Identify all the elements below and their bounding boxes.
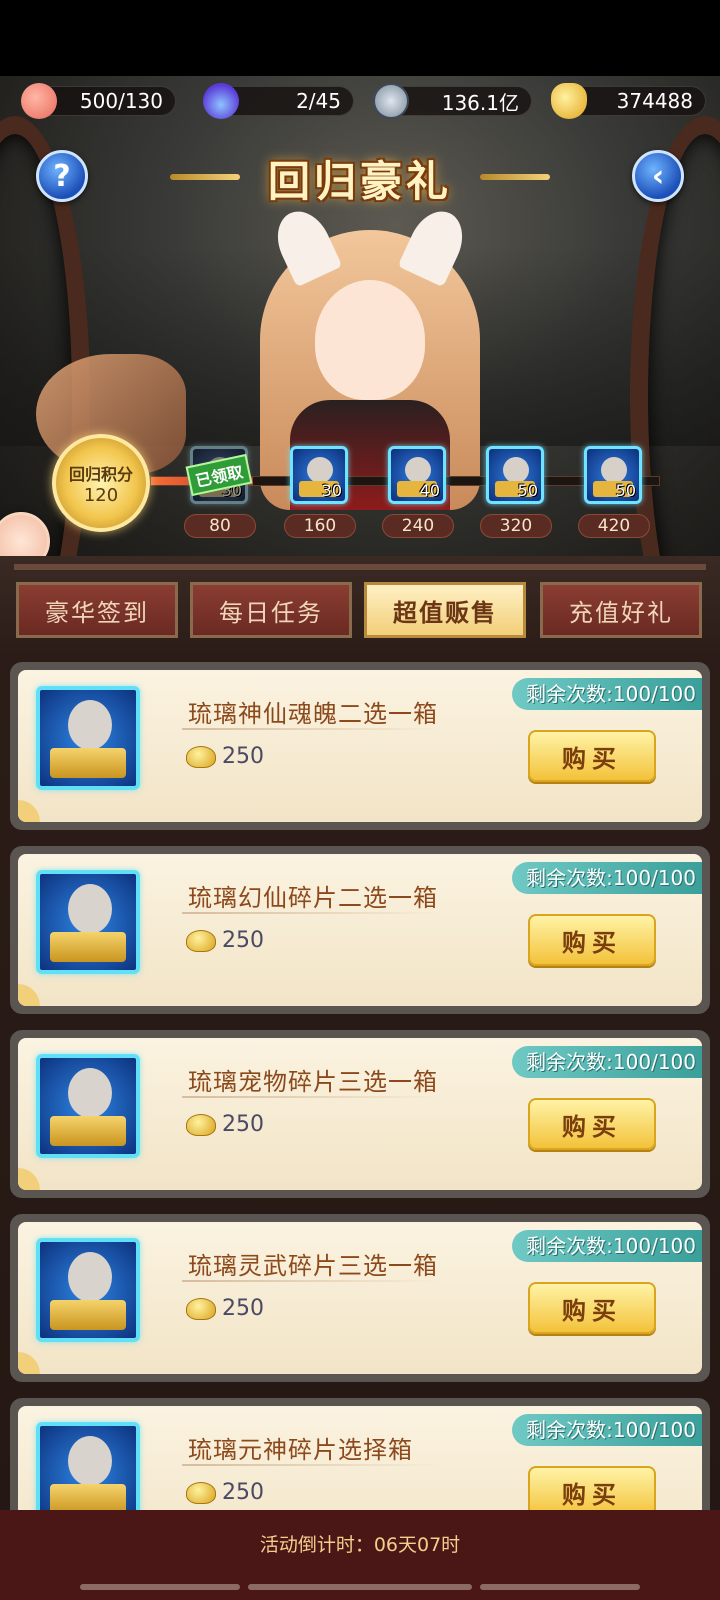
milestone-reward-2[interactable]: 30 — [290, 446, 348, 504]
buy-button[interactable]: 购买 — [528, 1282, 656, 1334]
milestone-threshold: 80 — [184, 514, 256, 538]
gold-ingot-icon — [186, 929, 216, 952]
sale-item-card: 琉璃幻仙碎片二选一箱 250 剩余次数:100/100 购买 — [10, 846, 710, 1014]
peach-icon — [21, 83, 57, 119]
resource-gold[interactable]: 374488 — [551, 83, 706, 119]
sale-item-card: 琉璃宠物碎片三选一箱 250 剩余次数:100/100 购买 — [10, 1030, 710, 1198]
tab-rail — [14, 564, 706, 570]
item-price: 250 — [222, 744, 264, 769]
fox-girl-illustration — [220, 202, 520, 510]
milestone-threshold: 160 — [284, 514, 356, 538]
item-price: 250 — [222, 1296, 264, 1321]
item-price: 250 — [222, 1480, 264, 1505]
event-countdown-text: 活动倒计时：06天07时 — [259, 1533, 461, 1556]
price-row: 250 — [186, 1112, 264, 1137]
hero-portrait-icon — [601, 457, 627, 483]
sale-item-card: 琉璃元神碎片选择箱 250 剩余次数:100/100 购买 — [10, 1398, 710, 1510]
item-name: 琉璃元神碎片选择箱 — [188, 1436, 413, 1464]
reward-count: 40 — [419, 481, 440, 500]
item-price: 250 — [222, 928, 264, 953]
help-button[interactable]: ? — [36, 150, 88, 202]
hero-portrait-icon — [503, 457, 529, 483]
remaining-count-badge: 剩余次数:100/100 — [512, 1414, 702, 1446]
tab-recharge-gifts[interactable]: 充值好礼 — [540, 582, 702, 638]
question-icon: ? — [53, 158, 71, 194]
nav-recents-handle[interactable] — [480, 1584, 640, 1590]
title-deco-left — [170, 174, 240, 180]
sale-item-card: 琉璃神仙魂魄二选一箱 250 剩余次数:100/100 购买 — [10, 662, 710, 830]
item-name: 琉璃幻仙碎片二选一箱 — [188, 884, 438, 912]
tab-luxury-signin[interactable]: 豪华签到 — [16, 582, 178, 638]
milestone-threshold: 240 — [382, 514, 454, 538]
milestone-reward-3[interactable]: 40 — [388, 446, 446, 504]
gold-ingot-icon — [551, 83, 587, 119]
resource-peach[interactable]: 500/130 — [21, 83, 176, 119]
page-title: 回归豪礼 — [267, 156, 452, 206]
gold-ingot-icon — [186, 1481, 216, 1504]
gold-ingot-icon — [186, 1297, 216, 1320]
remaining-count-badge: 剩余次数:100/100 — [512, 1230, 702, 1262]
milestone-threshold: 320 — [480, 514, 552, 538]
nav-back-handle[interactable] — [80, 1584, 240, 1590]
item-price: 250 — [222, 1112, 264, 1137]
item-icon[interactable] — [36, 686, 140, 790]
spirit-flame-icon — [203, 83, 239, 119]
system-nav-bar — [0, 1576, 720, 1600]
resource-flame[interactable]: 2/45 — [203, 83, 354, 119]
return-points-label: 回归积分 — [68, 464, 133, 484]
tab-daily-tasks[interactable]: 每日任务 — [190, 582, 352, 638]
buy-button[interactable]: 购买 — [528, 730, 656, 782]
copper-coin-icon — [373, 83, 409, 119]
item-name: 琉璃神仙魂魄二选一箱 — [188, 700, 438, 728]
price-row: 250 — [186, 744, 264, 769]
milestone-threshold: 420 — [578, 514, 650, 538]
item-name: 琉璃宠物碎片三选一箱 — [188, 1068, 438, 1096]
tab-value-sale[interactable]: 超值贩售 — [364, 582, 526, 638]
item-icon[interactable] — [36, 1238, 140, 1342]
nav-home-handle[interactable] — [248, 1584, 472, 1590]
back-button[interactable]: ‹ — [632, 150, 684, 202]
status-bar — [0, 0, 720, 76]
buy-button[interactable]: 购买 — [528, 1466, 656, 1510]
item-icon[interactable] — [36, 1054, 140, 1158]
back-arrow-icon: ‹ — [651, 158, 665, 194]
remaining-count-badge: 剩余次数:100/100 — [512, 678, 702, 710]
resource-flame-value: 2/45 — [296, 89, 341, 113]
price-row: 250 — [186, 1296, 264, 1321]
resource-peach-value: 500/130 — [79, 89, 163, 113]
reward-count: 50 — [615, 481, 636, 500]
buy-button[interactable]: 购买 — [528, 914, 656, 966]
sale-item-list[interactable]: 琉璃神仙魂魄二选一箱 250 剩余次数:100/100 购买 琉璃幻仙碎片二选一… — [0, 656, 720, 1510]
milestone-reward-4[interactable]: 50 — [486, 446, 544, 504]
reward-count: 30 — [321, 481, 342, 500]
price-row: 250 — [186, 928, 264, 953]
remaining-count-badge: 剩余次数:100/100 — [512, 1046, 702, 1078]
hero-portrait-icon — [405, 457, 431, 483]
price-row: 250 — [186, 1480, 264, 1505]
remaining-count-badge: 剩余次数:100/100 — [512, 862, 702, 894]
resource-coin-value: 136.1亿 — [441, 90, 519, 115]
sale-item-card: 琉璃灵武碎片三选一箱 250 剩余次数:100/100 购买 — [10, 1214, 710, 1382]
title-banner: 回归豪礼 — [170, 148, 550, 208]
milestone-reward-5[interactable]: 50 — [584, 446, 642, 504]
hero-portrait-icon — [307, 457, 333, 483]
reward-count: 50 — [517, 481, 538, 500]
gold-ingot-icon — [186, 745, 216, 768]
item-icon[interactable] — [36, 870, 140, 974]
event-countdown: 活动倒计时：06天07时 — [0, 1510, 720, 1576]
gold-ingot-icon — [186, 1113, 216, 1136]
resource-coin[interactable]: 136.1亿 — [373, 83, 532, 119]
buy-button[interactable]: 购买 — [528, 1098, 656, 1150]
return-points-value: 120 — [83, 484, 119, 506]
return-points-medal: 回归积分 120 — [52, 434, 150, 532]
tab-bar: 豪华签到 每日任务 超值贩售 充值好礼 — [0, 556, 720, 656]
title-deco-right — [480, 174, 550, 180]
item-icon[interactable] — [36, 1422, 140, 1510]
resource-gold-value: 374488 — [616, 89, 693, 113]
item-name: 琉璃灵武碎片三选一箱 — [188, 1252, 438, 1280]
